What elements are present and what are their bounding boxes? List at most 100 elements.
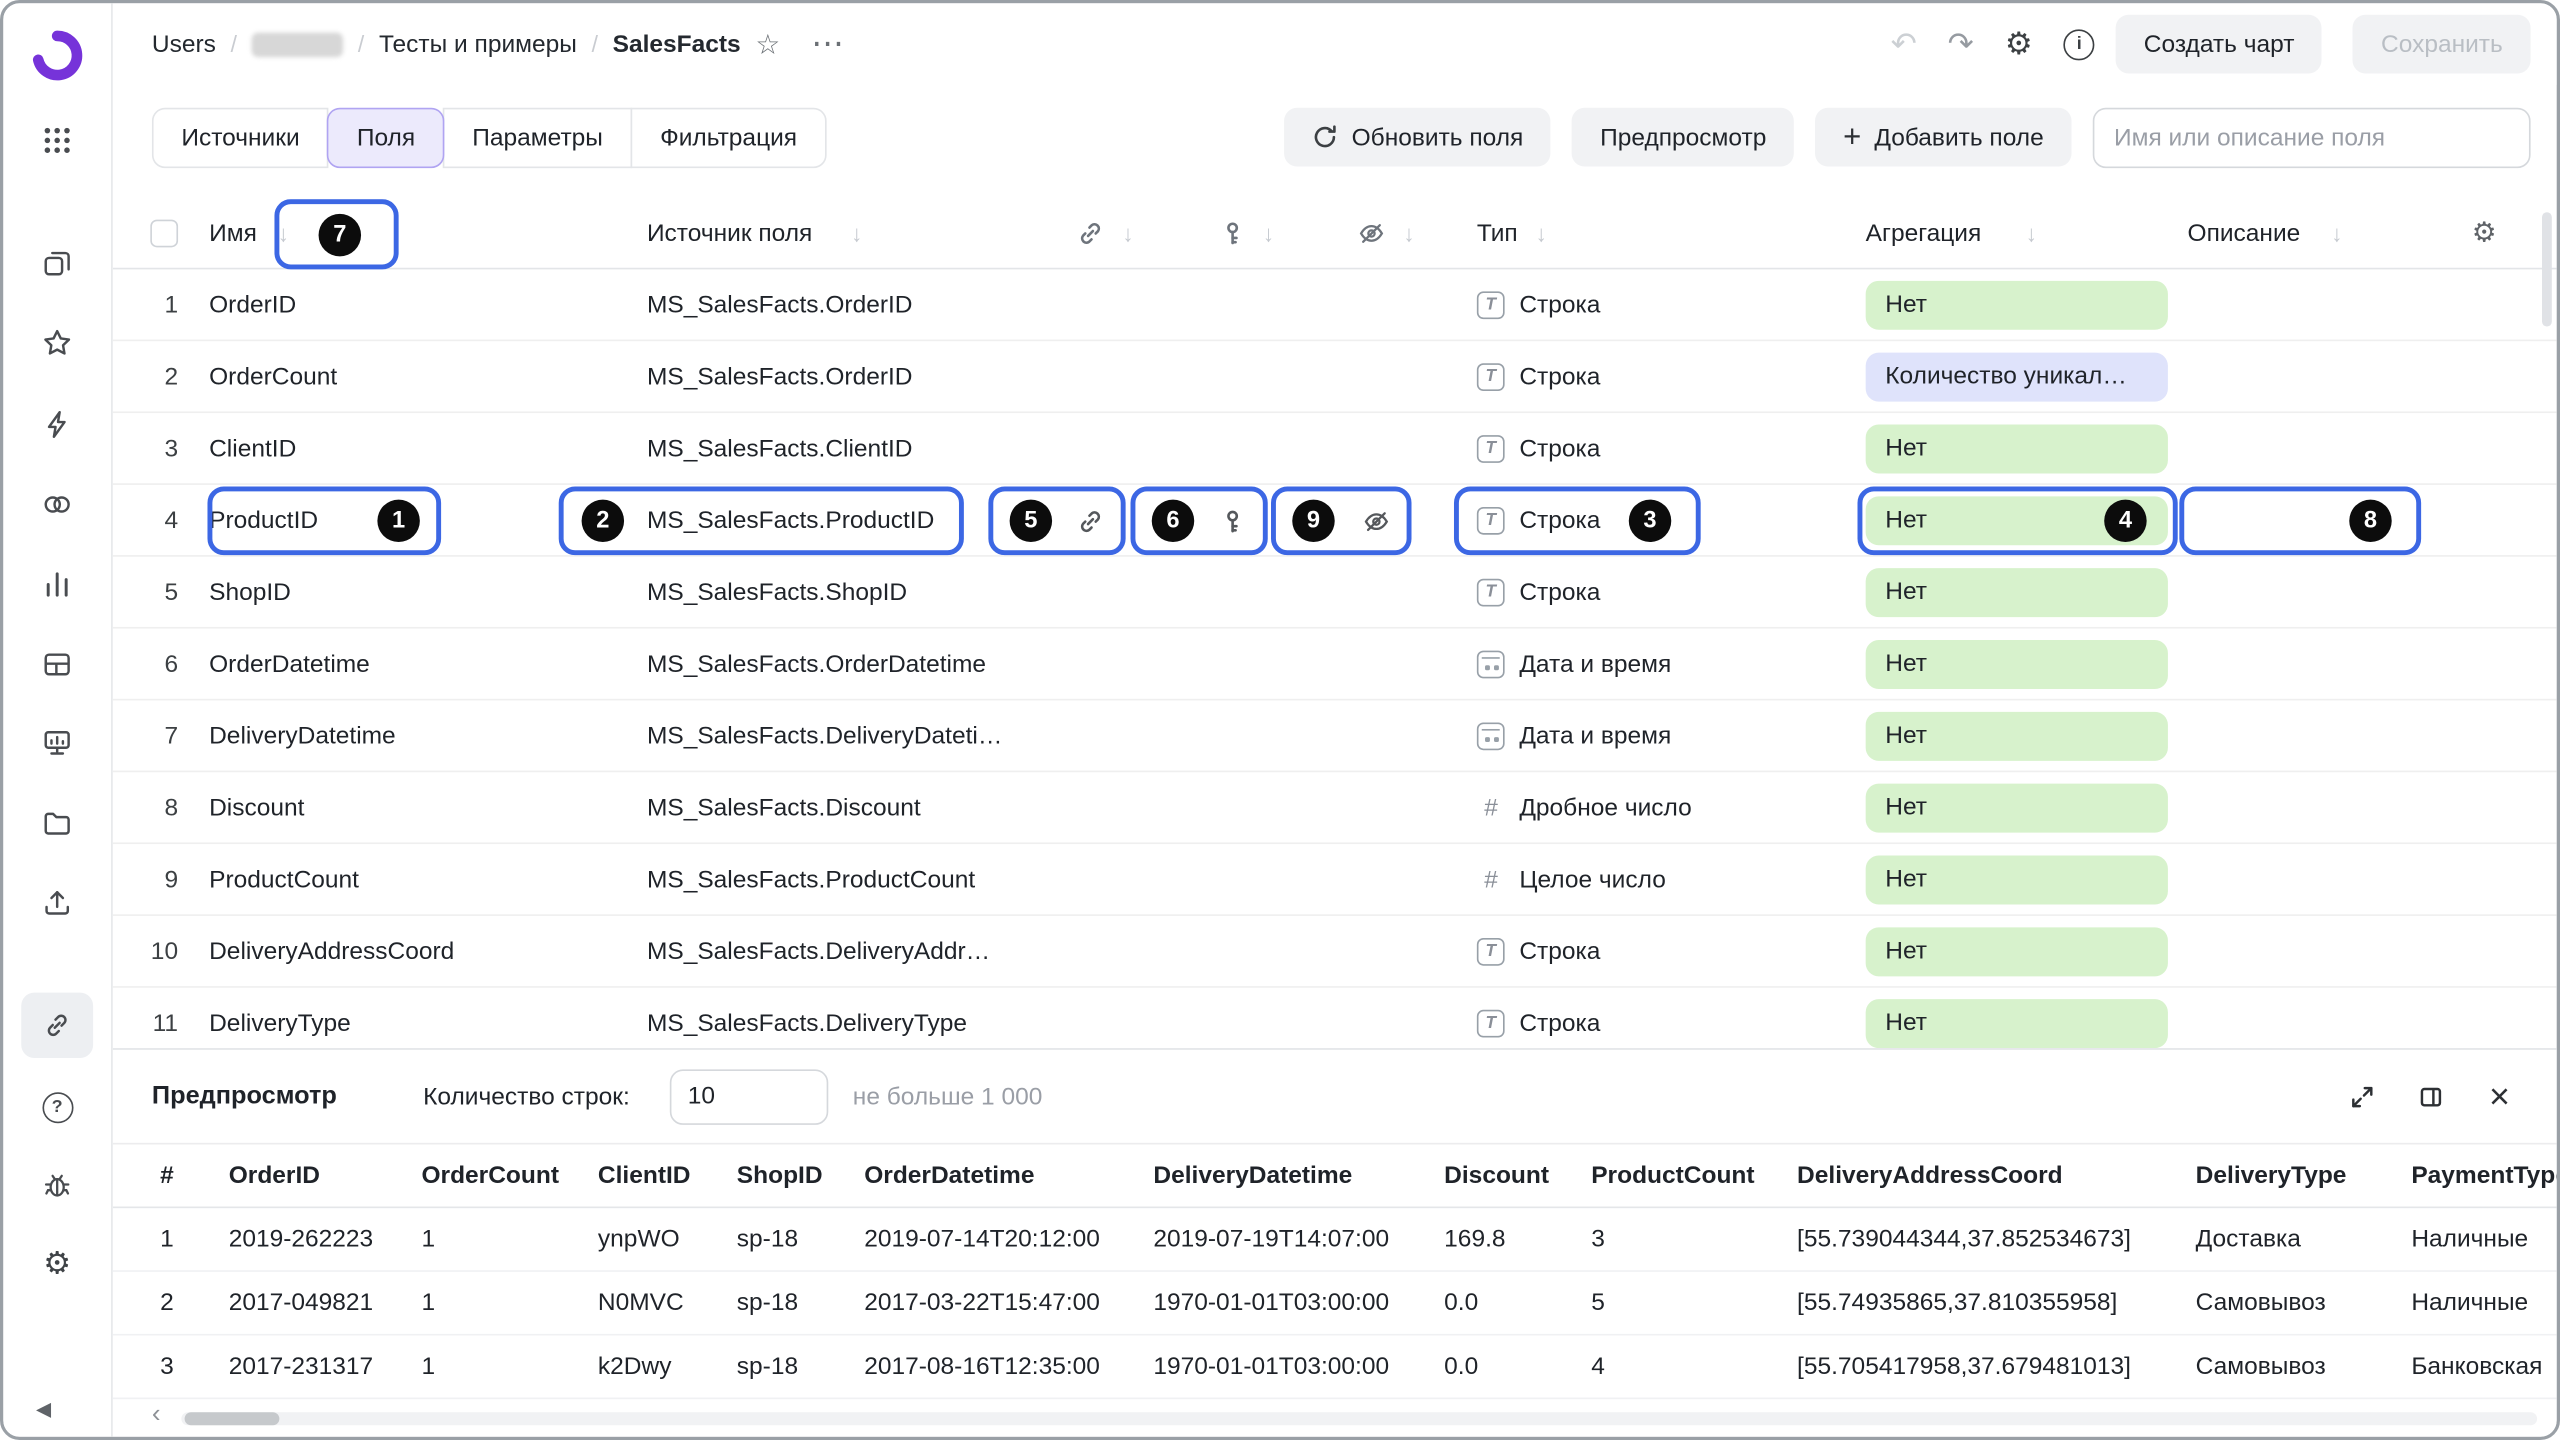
field-source[interactable]: MS_SalesFacts.ShopID bbox=[647, 578, 907, 606]
sidebar-item-presentations[interactable] bbox=[21, 710, 93, 775]
field-aggregation[interactable]: Нет bbox=[1866, 998, 2168, 1047]
field-source[interactable]: MS_SalesFacts.OrderID bbox=[647, 362, 913, 390]
more-menu-icon[interactable]: ⋯ bbox=[811, 28, 845, 61]
field-aggregation[interactable]: Нет bbox=[1866, 424, 2168, 473]
field-name[interactable]: Discount bbox=[209, 793, 304, 821]
scrollbar-thumb[interactable] bbox=[185, 1412, 280, 1425]
field-type[interactable]: Строка bbox=[1477, 578, 1601, 606]
aggregation-badge[interactable]: Нет bbox=[1866, 496, 2168, 545]
sidebar-item-export[interactable] bbox=[21, 870, 93, 935]
field-type[interactable]: Дата и время bbox=[1477, 722, 1671, 750]
sidebar-collapse-button[interactable]: ◀ bbox=[36, 1398, 51, 1421]
sidebar-item-collections[interactable] bbox=[21, 230, 93, 295]
field-source[interactable]: MS_SalesFacts.DeliveryType bbox=[647, 1009, 967, 1037]
field-aggregation[interactable]: Нет bbox=[1866, 496, 2168, 545]
bug-report-icon[interactable] bbox=[21, 1153, 93, 1218]
field-description[interactable] bbox=[2188, 927, 2433, 976]
field-description[interactable] bbox=[2188, 855, 2433, 904]
field-aggregation[interactable]: Нет bbox=[1866, 567, 2168, 616]
field-row[interactable]: 9 ProductCount MS_SalesFacts.ProductCoun… bbox=[113, 844, 2557, 916]
expand-icon[interactable] bbox=[2344, 1078, 2380, 1114]
field-row[interactable]: 1 OrderID MS_SalesFacts.OrderID Строка Н… bbox=[113, 269, 2557, 341]
field-source[interactable]: MS_SalesFacts.DeliveryAddr… bbox=[647, 937, 990, 965]
field-type[interactable]: Строка bbox=[1477, 1009, 1601, 1037]
field-type[interactable]: Строка bbox=[1477, 937, 1601, 965]
aggregation-badge[interactable]: Нет bbox=[1866, 711, 2168, 760]
col-header-type[interactable]: Тип bbox=[1477, 220, 1518, 248]
link-icon[interactable] bbox=[1077, 220, 1105, 248]
breadcrumb-redacted[interactable] bbox=[252, 32, 343, 56]
field-source[interactable]: MS_SalesFacts.ProductCount bbox=[647, 865, 975, 893]
aggregation-badge[interactable]: Нет bbox=[1866, 927, 2168, 976]
scroll-left-icon[interactable]: ‹ bbox=[152, 1402, 161, 1428]
create-chart-button[interactable]: Создать чарт bbox=[2116, 15, 2322, 74]
aggregation-badge[interactable]: Количество уникал… bbox=[1866, 352, 2168, 401]
datalens-logo[interactable] bbox=[28, 26, 87, 85]
field-name[interactable]: ProductID bbox=[209, 506, 318, 534]
aggregation-badge[interactable]: Нет bbox=[1866, 783, 2168, 832]
breadcrumb-users[interactable]: Users bbox=[152, 30, 216, 58]
breadcrumb-folder[interactable]: Тесты и примеры bbox=[379, 30, 577, 58]
field-aggregation[interactable]: Количество уникал… bbox=[1866, 352, 2168, 401]
field-description[interactable] bbox=[2188, 639, 2433, 688]
field-description[interactable] bbox=[2188, 496, 2433, 545]
field-name[interactable]: OrderCount bbox=[209, 362, 337, 390]
aggregation-badge[interactable]: Нет bbox=[1866, 280, 2168, 329]
col-header-aggregation[interactable]: Агрегация bbox=[1866, 220, 1982, 248]
sidebar-item-charts[interactable] bbox=[21, 552, 93, 617]
sort-icon-link[interactable]: ↓ bbox=[1122, 220, 1133, 246]
undo-icon[interactable]: ↶ bbox=[1891, 29, 1917, 60]
field-type[interactable]: Строка bbox=[1477, 291, 1601, 319]
field-source[interactable]: MS_SalesFacts.Discount bbox=[647, 793, 921, 821]
field-aggregation[interactable]: Нет bbox=[1866, 639, 2168, 688]
field-row[interactable]: 3 ClientID MS_SalesFacts.ClientID Строка… bbox=[113, 413, 2557, 485]
field-aggregation[interactable]: Нет bbox=[1866, 783, 2168, 832]
tab-sources[interactable]: Источники bbox=[152, 107, 329, 167]
field-name[interactable]: DeliveryAddressCoord bbox=[209, 937, 454, 965]
field-row[interactable]: 6 OrderDatetime MS_SalesFacts.OrderDatet… bbox=[113, 629, 2557, 701]
field-aggregation[interactable]: Нет bbox=[1866, 711, 2168, 760]
field-description[interactable] bbox=[2188, 352, 2433, 401]
sidebar-item-favorites[interactable] bbox=[21, 310, 93, 375]
field-search-input[interactable] bbox=[2093, 107, 2531, 167]
field-row[interactable]: 2 OrderCount MS_SalesFacts.OrderID Строк… bbox=[113, 341, 2557, 413]
field-source[interactable]: MS_SalesFacts.OrderID bbox=[647, 291, 913, 319]
field-description[interactable] bbox=[2188, 280, 2433, 329]
dataset-settings-gear-icon[interactable]: ⚙ bbox=[2005, 29, 2033, 60]
vertical-scrollbar[interactable] bbox=[2542, 212, 2552, 326]
panel-layout-icon[interactable] bbox=[2413, 1078, 2449, 1114]
field-type[interactable]: Строка bbox=[1477, 362, 1601, 390]
field-description[interactable] bbox=[2188, 998, 2433, 1047]
field-source[interactable]: MS_SalesFacts.OrderDatetime bbox=[647, 650, 986, 678]
sidebar-item-connections[interactable] bbox=[21, 993, 93, 1058]
field-type[interactable]: Дробное число bbox=[1477, 793, 1692, 821]
field-row[interactable]: 10 DeliveryAddressCoord MS_SalesFacts.De… bbox=[113, 916, 2557, 988]
field-row[interactable]: 5 ShopID MS_SalesFacts.ShopID Строка Нет bbox=[113, 557, 2557, 629]
sort-icon-aggregation[interactable]: ↓ bbox=[2026, 220, 2037, 246]
field-row[interactable]: 7 DeliveryDatetime MS_SalesFacts.Deliver… bbox=[113, 700, 2557, 772]
field-description[interactable] bbox=[2188, 424, 2433, 473]
field-row[interactable]: 11 DeliveryType MS_SalesFacts.DeliveryTy… bbox=[113, 988, 2557, 1048]
sort-icon-type[interactable]: ↓ bbox=[1536, 220, 1547, 246]
aggregation-badge[interactable]: Нет bbox=[1866, 567, 2168, 616]
horizontal-scrollbar[interactable] bbox=[181, 1412, 2537, 1425]
field-description[interactable] bbox=[2188, 783, 2433, 832]
help-icon[interactable]: ? bbox=[21, 1074, 93, 1139]
close-icon[interactable]: × bbox=[2482, 1078, 2518, 1114]
field-row[interactable]: 4 ProductID MS_SalesFacts.ProductID Стро… bbox=[113, 485, 2557, 557]
preview-toggle-button[interactable]: Предпросмотр bbox=[1572, 108, 1794, 167]
save-button[interactable]: Сохранить bbox=[2353, 15, 2530, 74]
field-type[interactable]: Дата и время bbox=[1477, 650, 1671, 678]
sidebar-item-storage[interactable] bbox=[21, 790, 93, 855]
hidden-eye-icon[interactable] bbox=[1358, 220, 1386, 248]
sort-icon-hidden[interactable]: ↓ bbox=[1403, 220, 1414, 246]
col-header-description[interactable]: Описание bbox=[2188, 220, 2301, 248]
aggregation-badge[interactable]: Нет bbox=[1866, 998, 2168, 1047]
field-description[interactable] bbox=[2188, 567, 2433, 616]
sort-icon-key[interactable]: ↓ bbox=[1263, 220, 1274, 246]
refresh-fields-button[interactable]: Обновить поля bbox=[1285, 108, 1551, 167]
field-source[interactable]: MS_SalesFacts.ProductID bbox=[647, 506, 934, 534]
info-icon[interactable]: i bbox=[2064, 29, 2095, 60]
field-name[interactable]: OrderID bbox=[209, 291, 296, 319]
aggregation-badge[interactable]: Нет bbox=[1866, 424, 2168, 473]
